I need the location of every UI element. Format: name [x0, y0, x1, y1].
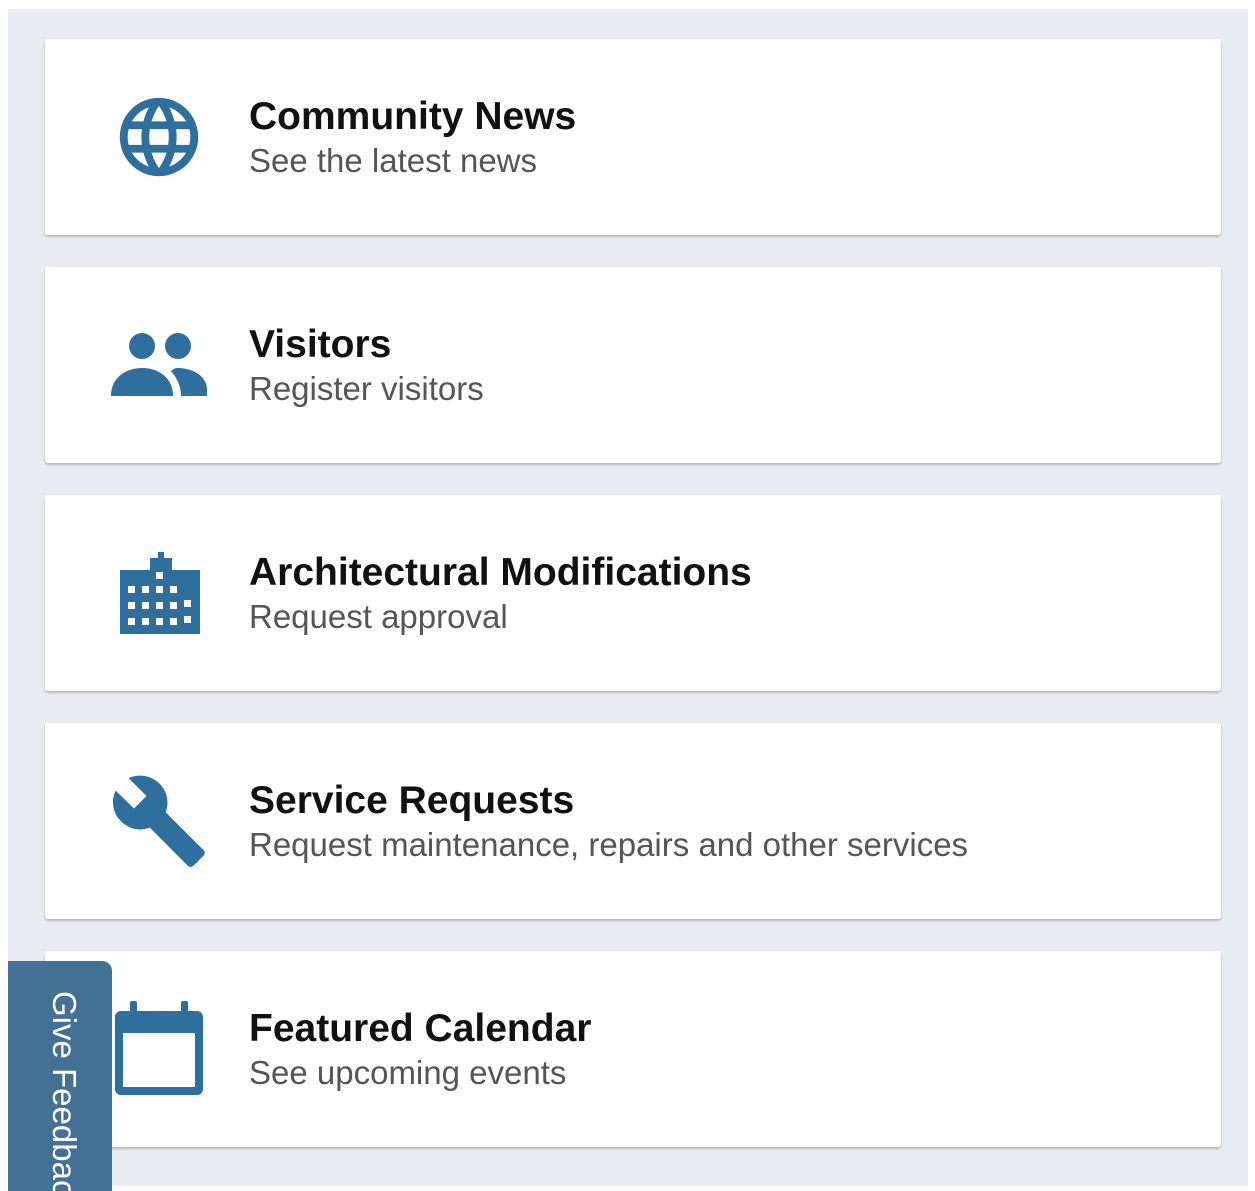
give-feedback-button[interactable]: Give Feedback [8, 961, 112, 1191]
card-subtitle: Register visitors [249, 370, 484, 407]
people-icon [105, 315, 213, 415]
calendar-icon [105, 999, 213, 1099]
card-title: Service Requests [249, 779, 575, 822]
architectural-modifications-card[interactable]: Architectural Modifications Request appr… [45, 495, 1221, 691]
service-requests-card[interactable]: Service Requests Request maintenance, re… [45, 723, 1221, 919]
give-feedback-label: Give Feedback [46, 991, 83, 1191]
building-icon [105, 543, 213, 643]
card-subtitle: Request maintenance, repairs and other s… [249, 826, 969, 863]
wrench-icon [105, 771, 213, 871]
community-news-card[interactable]: Community News See the latest news [45, 39, 1221, 235]
featured-calendar-card[interactable]: Featured Calendar See upcoming events [45, 951, 1221, 1147]
card-subtitle: Request approval [249, 598, 508, 635]
card-title: Architectural Modifications [249, 551, 752, 594]
card-title: Featured Calendar [249, 1007, 592, 1050]
visitors-card[interactable]: Visitors Register visitors [45, 267, 1221, 463]
card-subtitle: See the latest news [249, 142, 538, 179]
card-title: Visitors [249, 323, 392, 366]
globe-icon [105, 87, 213, 187]
card-title: Community News [249, 95, 577, 138]
card-subtitle: See upcoming events [249, 1054, 567, 1091]
